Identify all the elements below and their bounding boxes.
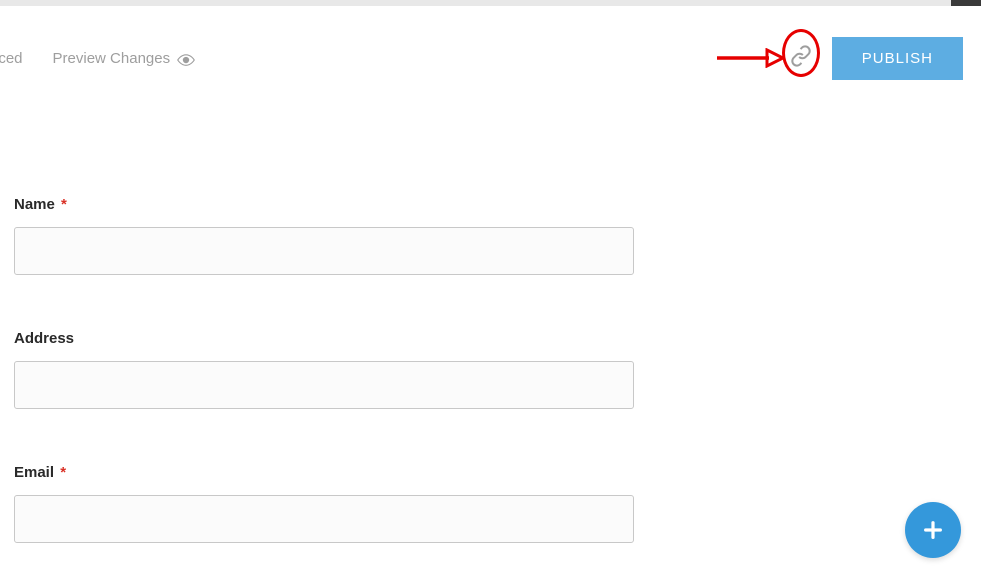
- header-toolbar: nced Preview Changes: [0, 6, 981, 76]
- address-label: Address: [14, 330, 650, 347]
- header-right-actions: PUBLISH: [790, 37, 963, 80]
- email-label-text: Email: [14, 464, 54, 481]
- add-button[interactable]: [905, 502, 961, 558]
- form-area: Name * Address Email *: [0, 76, 650, 543]
- email-label: Email *: [14, 464, 650, 481]
- link-button-wrap: [790, 45, 812, 72]
- form-field-address: Address: [14, 330, 650, 409]
- preview-changes-label: Preview Changes: [53, 50, 171, 67]
- header-left-tabs: nced Preview Changes: [0, 50, 195, 67]
- address-label-text: Address: [14, 330, 74, 347]
- required-marker: *: [61, 196, 67, 213]
- name-input[interactable]: [14, 227, 634, 275]
- required-marker: *: [60, 464, 66, 481]
- publish-button[interactable]: PUBLISH: [832, 37, 963, 80]
- top-corner-block: [951, 0, 981, 6]
- annotation-arrow: [715, 48, 785, 68]
- address-input[interactable]: [14, 361, 634, 409]
- tab-advanced[interactable]: nced: [0, 50, 23, 67]
- eye-icon: [177, 53, 195, 65]
- tab-preview-changes[interactable]: Preview Changes: [53, 50, 196, 67]
- form-field-email: Email *: [14, 464, 650, 543]
- name-label: Name *: [14, 196, 650, 213]
- form-field-name: Name *: [14, 196, 650, 275]
- name-label-text: Name: [14, 196, 55, 213]
- plus-icon: [922, 519, 944, 541]
- link-icon[interactable]: [790, 45, 812, 72]
- email-input[interactable]: [14, 495, 634, 543]
